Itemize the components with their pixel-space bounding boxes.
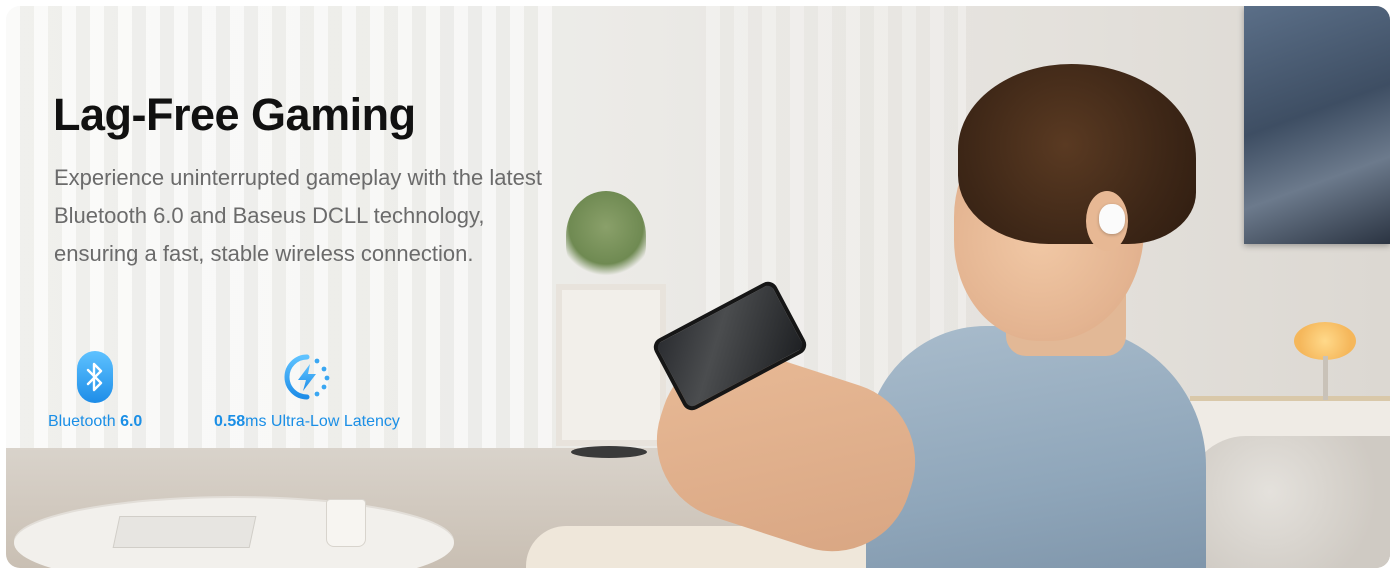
shelf-base [571,446,647,458]
description: Experience uninterrupted gameplay with t… [54,159,654,273]
table-lamp [1294,322,1356,360]
feature-label: Bluetooth 6.0 [48,413,142,431]
earbud [1099,204,1125,234]
lamp-stem [1323,356,1328,400]
feature-label-suffix: ms Ultra-Low Latency [245,413,400,430]
hero-banner: Lag-Free Gaming Experience uninterrupted… [6,6,1390,568]
wall-tv [1244,6,1390,244]
headline: Lag-Free Gaming [53,89,416,140]
feature-label: 0.58ms Ultra-Low Latency [214,413,400,431]
side-shelf [556,284,666,446]
description-line: ensuring a fast, stable wireless connect… [54,241,474,266]
feature-label-value: 0.58 [214,413,246,430]
feature-label-prefix: Bluetooth [48,413,121,430]
person-hair [958,64,1196,244]
description-line: Experience uninterrupted gameplay with t… [54,165,542,190]
description-line: Bluetooth 6.0 and Baseus DCLL technology… [54,203,485,228]
books [112,516,257,548]
coffee-mug [326,499,366,547]
person-shirt [866,326,1206,568]
feature-latency: 0.58ms Ultra-Low Latency [214,351,400,431]
feature-label-value: 6.0 [120,413,143,430]
sofa [1186,436,1390,568]
bluetooth-icon [77,351,114,403]
feature-bluetooth: Bluetooth 6.0 [48,351,142,431]
lightning-latency-icon [284,354,330,400]
